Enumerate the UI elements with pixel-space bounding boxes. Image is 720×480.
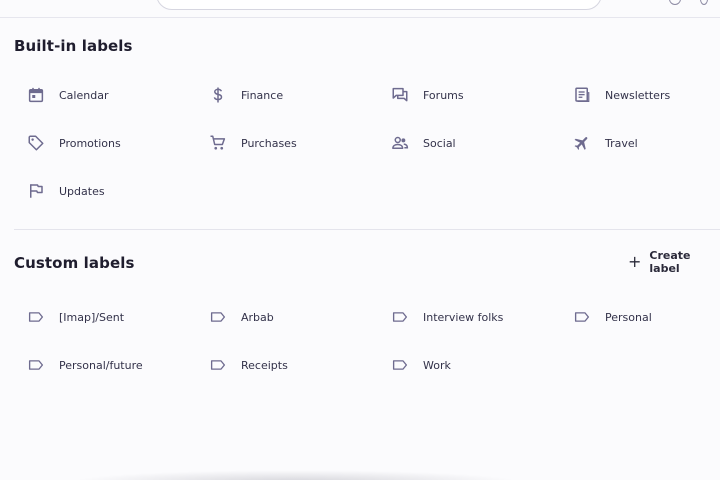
custom-label-imap-sent[interactable]: [Imap]/Sent (26, 304, 124, 330)
dollar-icon (208, 85, 228, 105)
help-icon[interactable] (669, 0, 681, 5)
label-icon (390, 355, 410, 375)
custom-label-receipts[interactable]: Receipts (208, 352, 288, 378)
custom-label-personal[interactable]: Personal (572, 304, 652, 330)
label-icon (390, 307, 410, 327)
plus-icon: + (628, 252, 642, 271)
builtin-label-text: Social (423, 136, 456, 150)
builtin-label-updates[interactable]: Updates (26, 178, 105, 204)
forum-icon (390, 85, 410, 105)
custom-label-personal-future[interactable]: Personal/future (26, 352, 143, 378)
builtin-label-text: Updates (59, 184, 105, 198)
builtin-label-text: Travel (605, 136, 638, 150)
tag-icon (26, 133, 46, 153)
people-icon (390, 133, 410, 153)
section-divider (14, 229, 720, 230)
cart-icon (208, 133, 228, 153)
custom-label-arbab[interactable]: Arbab (208, 304, 274, 330)
settings-icon[interactable] (700, 0, 708, 5)
search-bar[interactable] (156, 0, 602, 10)
builtin-label-finance[interactable]: Finance (208, 82, 283, 108)
builtin-label-text: Finance (241, 88, 284, 102)
builtin-label-text: Purchases (241, 136, 297, 150)
custom-label-text: Personal (605, 310, 652, 324)
custom-label-text: Work (423, 358, 451, 372)
label-icon (208, 355, 228, 375)
builtin-label-newsletters[interactable]: Newsletters (572, 82, 670, 108)
newsletter-icon (572, 85, 592, 105)
label-icon (208, 307, 228, 327)
custom-label-text: [Imap]/Sent (59, 310, 125, 324)
create-label-text: Create label (649, 249, 691, 275)
label-icon (572, 307, 592, 327)
builtin-label-text: Calendar (59, 88, 109, 102)
builtin-label-promotions[interactable]: Promotions (26, 130, 121, 156)
builtin-labels-heading: Built-in labels (14, 37, 133, 55)
custom-label-text: Receipts (241, 358, 288, 372)
label-icon (26, 355, 46, 375)
airplane-icon (572, 133, 592, 153)
custom-label-text: Personal/future (59, 358, 143, 372)
calendar-icon (26, 85, 46, 105)
custom-label-interview-folks[interactable]: Interview folks (390, 304, 503, 330)
builtin-label-purchases[interactable]: Purchases (208, 130, 297, 156)
builtin-label-social[interactable]: Social (390, 130, 456, 156)
label-icon (26, 307, 46, 327)
builtin-label-text: Newsletters (605, 88, 671, 102)
custom-label-text: Arbab (241, 310, 274, 324)
bottom-shadow (70, 470, 520, 480)
labels-settings-page: Built-in labels Calendar Finance Forums (0, 0, 720, 480)
builtin-label-travel[interactable]: Travel (572, 130, 638, 156)
builtin-label-forums[interactable]: Forums (390, 82, 464, 108)
custom-label-text: Interview folks (423, 310, 504, 324)
builtin-label-calendar[interactable]: Calendar (26, 82, 108, 108)
custom-labels-heading: Custom labels (14, 254, 135, 272)
top-bar (0, 0, 720, 18)
builtin-label-text: Forums (423, 88, 464, 102)
flag-icon (26, 181, 46, 201)
builtin-label-text: Promotions (59, 136, 121, 150)
custom-label-work[interactable]: Work (390, 352, 451, 378)
create-label-button[interactable]: + Create label (628, 249, 720, 275)
